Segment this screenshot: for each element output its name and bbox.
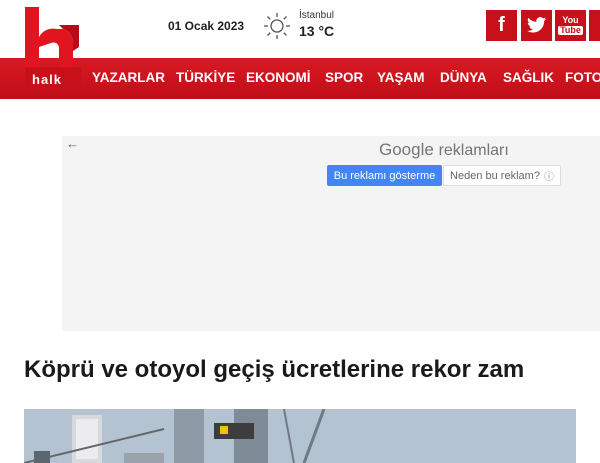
article-image[interactable] — [24, 409, 576, 463]
twitter-icon[interactable] — [521, 10, 552, 41]
sun-icon — [264, 13, 290, 39]
hide-ad-button[interactable]: Bu reklamı gösterme — [327, 165, 442, 186]
google-brand: Google — [379, 140, 434, 159]
nav-item-yazarlar[interactable]: YAZARLAR — [92, 70, 165, 85]
nav-item-saglik[interactable]: SAĞLIK — [503, 70, 554, 85]
weather-temp: 13 °C — [299, 23, 335, 39]
instagram-icon[interactable]: i — [589, 10, 600, 41]
nav-item-ekonomi[interactable]: EKONOMİ — [246, 70, 311, 85]
nav-item-turkiye[interactable]: TÜRKİYE — [176, 70, 235, 85]
nav-item-foto[interactable]: FOTO — [565, 70, 600, 85]
nav-item-spor[interactable]: SPOR — [325, 70, 363, 85]
weather-city: İstanbul — [299, 10, 335, 21]
back-arrow-icon[interactable]: ← — [66, 136, 79, 151]
main-navigation: YAZARLAR TÜRKİYE EKONOMİ SPOR YAŞAM DÜNY… — [0, 58, 600, 99]
info-icon: ⓘ — [543, 172, 554, 183]
current-date: 01 Ocak 2023 — [168, 19, 245, 33]
why-this-ad-button[interactable]: Neden bu reklam? ⓘ — [443, 165, 561, 186]
article-headline: Köprü ve otoyol geçiş ücretlerine rekor … — [24, 356, 525, 383]
google-ad-panel: ← Google reklamları Bu reklamı gösterme … — [62, 136, 600, 331]
top-header: halk 01 Ocak 2023 İstanbul 13 °C f You Tu… — [0, 0, 600, 87]
nav-item-yasam[interactable]: YAŞAM — [377, 70, 425, 85]
why-this-ad-label: Neden bu reklam? — [450, 169, 540, 182]
nav-item-dunya[interactable]: DÜNYA — [440, 70, 487, 85]
facebook-icon[interactable]: f — [486, 10, 517, 41]
ads-label: reklamları — [438, 142, 509, 159]
bridge-photo — [24, 409, 576, 463]
logo-text: halk — [32, 72, 63, 87]
youtube-icon[interactable]: You Tube — [555, 10, 586, 41]
google-ads-label: Google reklamları — [379, 140, 509, 160]
